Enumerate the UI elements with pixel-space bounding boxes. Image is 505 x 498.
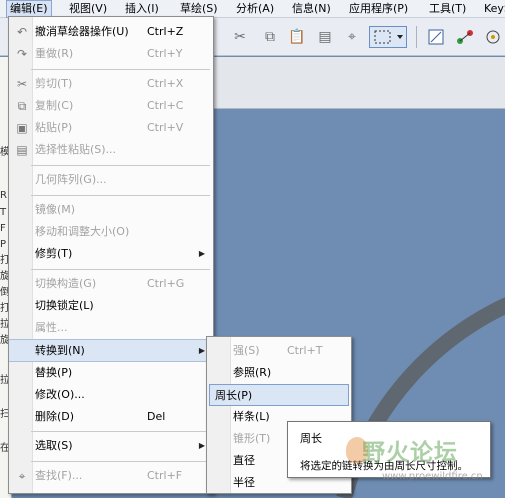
menu-item-shortcut: Ctrl+G bbox=[147, 277, 185, 290]
menu-separator bbox=[31, 69, 210, 70]
menu-item-move-resize[interactable]: 移动和调整大小(O) bbox=[9, 221, 213, 243]
menu-item-shortcut: Ctrl+Y bbox=[147, 47, 183, 60]
menu-item-label: 替换(P) bbox=[35, 366, 73, 379]
tooltip-title: 周长 bbox=[300, 432, 322, 445]
sketch-setup-icon[interactable] bbox=[427, 28, 445, 46]
redo-icon: ↷ bbox=[16, 47, 28, 61]
menu-item-label: 切换构造(G) bbox=[35, 277, 97, 290]
menu-item-label: 参照(R) bbox=[233, 366, 272, 379]
menu-item-replace[interactable]: 替换(P) bbox=[9, 362, 213, 384]
menu-item-label: 几何阵列(G)... bbox=[35, 173, 107, 186]
copy-icon: ⧉ bbox=[17, 99, 27, 113]
undo-icon: ↶ bbox=[16, 25, 28, 39]
menu-item-label: 选择性粘贴(S)... bbox=[35, 143, 117, 156]
menu-item-label: 重做(R) bbox=[35, 47, 74, 60]
menu-item-label: 锥形(T) bbox=[233, 432, 271, 445]
menu-separator bbox=[31, 461, 210, 462]
submenu-arrow-icon: ▶ bbox=[198, 249, 205, 258]
menu-item-shortcut: Del bbox=[147, 410, 166, 423]
menu-insert[interactable]: 插入(I) bbox=[125, 2, 159, 16]
submenu-item-strong[interactable]: 强(S) Ctrl+T bbox=[207, 340, 351, 362]
menu-tools[interactable]: 工具(T) bbox=[429, 2, 466, 16]
submenu-item-reference[interactable]: 参照(R) bbox=[207, 362, 351, 384]
menu-item-label: 撤消草绘器操作(U) bbox=[35, 25, 129, 38]
menu-item-shortcut: Ctrl+C bbox=[147, 99, 184, 112]
copy-icon[interactable]: ⧉ bbox=[261, 28, 279, 46]
menu-item-shortcut: Ctrl+V bbox=[147, 121, 184, 134]
perimeter-tooltip: 周长 将选定的链转换为由周长尺寸控制。 bbox=[287, 421, 491, 478]
menu-item-toggle-construction[interactable]: 切换构造(G) Ctrl+G bbox=[9, 273, 213, 295]
graphics-header-strip bbox=[214, 57, 505, 109]
menu-item-redo[interactable]: ↷ 重做(R) Ctrl+Y bbox=[9, 43, 213, 65]
menu-item-shortcut: Ctrl+T bbox=[287, 344, 323, 357]
menu-item-select[interactable]: 选取(S) ▶ bbox=[9, 435, 213, 457]
menu-item-paste-special[interactable]: ▤ 选择性粘贴(S)... bbox=[9, 139, 213, 161]
menu-item-label: 属性... bbox=[35, 321, 68, 334]
menu-item-trim[interactable]: 修剪(T) ▶ bbox=[9, 243, 213, 265]
menu-item-convert-to[interactable]: 转换到(N) ▶ bbox=[9, 339, 213, 362]
constraints-icon[interactable] bbox=[456, 28, 474, 46]
menu-sketch[interactable]: 草绘(S) bbox=[180, 2, 218, 16]
menu-item-label: 直径 bbox=[233, 454, 255, 467]
menu-item-label: 查找(F)... bbox=[35, 469, 83, 482]
menu-item-undo[interactable]: ↶ 撤消草绘器操作(U) Ctrl+Z bbox=[9, 21, 213, 43]
select-box-button[interactable] bbox=[369, 26, 407, 48]
paste-icon[interactable]: 📋 bbox=[288, 28, 306, 46]
submenu-arrow-icon: ▶ bbox=[198, 346, 205, 355]
cut-icon: ✂ bbox=[16, 77, 28, 91]
menu-info[interactable]: 信息(N) bbox=[292, 2, 331, 16]
find-icon: ⌖ bbox=[18, 469, 26, 483]
dropdown-arrow-icon bbox=[397, 35, 403, 39]
menu-item-label: 粘贴(P) bbox=[35, 121, 73, 134]
menu-item-copy[interactable]: ⧉ 复制(C) Ctrl+C bbox=[9, 95, 213, 117]
menu-item-geometry-pattern[interactable]: 几何阵列(G)... bbox=[9, 169, 213, 191]
menu-item-label: 半径 bbox=[233, 476, 255, 489]
menu-separator bbox=[31, 269, 210, 270]
submenu-item-perimeter[interactable]: 周长(P) bbox=[209, 384, 349, 406]
dimension-icon[interactable] bbox=[484, 28, 502, 46]
menu-item-label: 镜像(M) bbox=[35, 203, 76, 216]
tooltip-text: 将选定的链转换为由周长尺寸控制。 bbox=[300, 460, 468, 472]
menu-item-find[interactable]: ⌖ 查找(F)... Ctrl+F bbox=[9, 465, 213, 487]
menu-analysis[interactable]: 分析(A) bbox=[236, 2, 274, 16]
paste-special-icon[interactable]: ▤ bbox=[316, 28, 334, 46]
select-box-icon bbox=[374, 30, 403, 44]
menu-item-label: 移动和调整大小(O) bbox=[35, 225, 130, 238]
menu-item-modify[interactable]: 修改(O)... bbox=[9, 384, 213, 406]
menu-item-shortcut: Ctrl+X bbox=[147, 77, 184, 90]
paste-special-icon: ▤ bbox=[16, 143, 28, 157]
menu-item-label: 复制(C) bbox=[35, 99, 74, 112]
toolbar-separator bbox=[416, 26, 417, 48]
menu-separator bbox=[31, 431, 210, 432]
menu-separator bbox=[31, 165, 210, 166]
menu-view[interactable]: 视图(V) bbox=[69, 2, 107, 16]
menu-item-shortcut: Ctrl+Z bbox=[147, 25, 184, 38]
menu-item-paste[interactable]: ▣ 粘贴(P) Ctrl+V bbox=[9, 117, 213, 139]
menu-item-label: 转换到(N) bbox=[35, 344, 85, 357]
find-icon[interactable]: ⌖ bbox=[343, 28, 361, 46]
menu-applications[interactable]: 应用程序(P) bbox=[349, 2, 408, 16]
menu-item-label: 选取(S) bbox=[35, 439, 73, 452]
menu-item-label: 强(S) bbox=[233, 344, 260, 357]
menu-item-toggle-lock[interactable]: 切换锁定(L) bbox=[9, 295, 213, 317]
menu-item-delete[interactable]: 删除(D) Del bbox=[9, 406, 213, 428]
menu-item-label: 切换锁定(L) bbox=[35, 299, 94, 312]
paste-icon: ▣ bbox=[16, 121, 28, 135]
submenu-arrow-icon: ▶ bbox=[198, 441, 205, 450]
menu-item-label: 删除(D) bbox=[35, 410, 75, 423]
menu-item-label: 剪切(T) bbox=[35, 77, 73, 90]
edit-menu: ↶ 撤消草绘器操作(U) Ctrl+Z ↷ 重做(R) Ctrl+Y ✂ 剪切(… bbox=[8, 16, 214, 494]
menu-keyshot[interactable]: KeyS bbox=[484, 2, 505, 16]
menu-item-label: 修改(O)... bbox=[35, 388, 85, 401]
cut-icon[interactable]: ✂ bbox=[231, 28, 249, 46]
menu-item-mirror[interactable]: 镜像(M) bbox=[9, 199, 213, 221]
menu-separator bbox=[31, 195, 210, 196]
menu-item-label: 样条(L) bbox=[233, 410, 270, 423]
menu-item-properties[interactable]: 属性... bbox=[9, 317, 213, 339]
menu-item-shortcut: Ctrl+F bbox=[147, 469, 183, 482]
menu-item-cut[interactable]: ✂ 剪切(T) Ctrl+X bbox=[9, 73, 213, 95]
menu-item-label: 修剪(T) bbox=[35, 247, 73, 260]
menu-item-label: 周长(P) bbox=[215, 389, 253, 402]
